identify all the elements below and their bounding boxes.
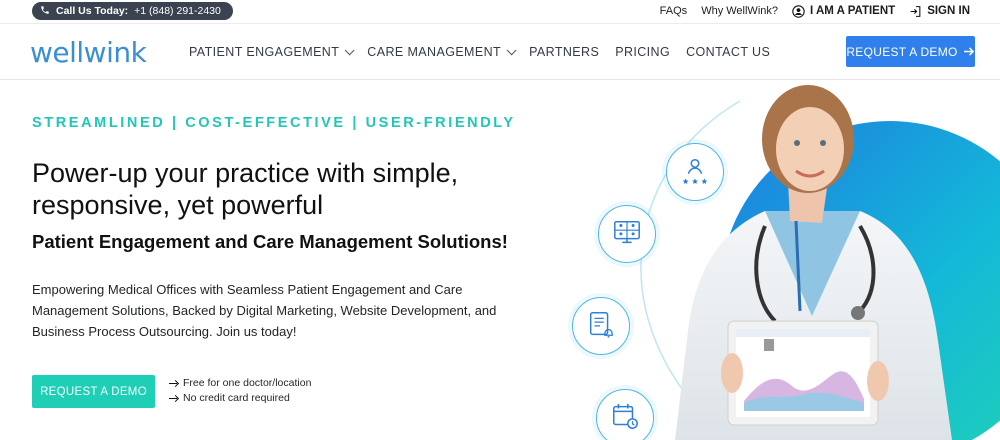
wellwink-logo[interactable]: wellwink [30,37,147,69]
call-number[interactable]: +1 (848) 291-2430 [134,5,221,17]
patient-link-label: I AM A PATIENT [810,5,896,17]
nav-item-label: PATIENT ENGAGEMENT [189,45,340,59]
nav-item-care-management[interactable]: CARE MANAGEMENT [367,44,517,59]
hero-illustration [560,81,1000,440]
why-wellwink-link[interactable]: Why WellWink? [701,5,778,17]
video-consult-node [598,205,656,263]
checklist-node [572,297,630,355]
call-us-pill[interactable]: Call Us Today: +1 (848) 291-2430 [32,2,233,20]
faqs-link[interactable]: FAQs [660,5,688,17]
patient-link[interactable]: I AM A PATIENT [792,4,896,18]
video-grid-icon [612,217,642,252]
utility-bar: Call Us Today: +1 (848) 291-2430 FAQs Wh… [0,0,1000,24]
ratings-node [666,143,724,201]
nav-item-patient-engagement[interactable]: PATIENT ENGAGEMENT [189,44,355,59]
hero-request-demo-button[interactable]: REQUEST A DEMO [32,375,155,408]
perk-text: Free for one doctor/location [183,377,312,389]
chevron-down-icon [506,44,517,55]
hero-subheadline: Patient Engagement and Care Management S… [32,231,508,252]
nav-item-pricing[interactable]: PRICING [615,45,670,59]
arrow-right-icon [963,45,975,59]
arrow-right-icon [169,381,179,387]
call-label: Call Us Today: [56,5,129,17]
nav-item-label: CARE MANAGEMENT [367,45,502,59]
nav-item-partners[interactable]: PARTNERS [529,45,599,59]
ratings-icon [680,155,710,190]
hero-tagline: STREAMLINED | COST-EFFECTIVE | USER-FRIE… [32,115,516,131]
sign-in-link[interactable]: SIGN IN [909,5,970,18]
scheduling-node [596,389,654,440]
phone-icon [40,5,50,18]
request-demo-label: REQUEST A DEMO [846,44,958,59]
nav-item-contact-us[interactable]: CONTACT US [686,45,770,59]
arrow-right-icon [169,396,179,402]
chevron-down-icon [344,44,355,55]
hero-headline: Power-up your practice with simple, resp… [32,158,459,220]
perk-item: Free for one doctor/location [169,376,311,391]
checklist-bell-icon [586,309,616,344]
request-demo-button[interactable]: REQUEST A DEMO [846,36,975,67]
main-nav: wellwink PATIENT ENGAGEMENT CARE MANAGEM… [0,24,1000,80]
user-circle-icon [792,4,805,18]
nav-menu: PATIENT ENGAGEMENT CARE MANAGEMENT PARTN… [189,24,770,80]
perk-text: No credit card required [183,392,290,404]
hero-description: Empowering Medical Offices with Seamless… [32,282,497,339]
perk-item: No credit card required [169,391,311,406]
sign-in-icon [909,5,922,18]
hero-perks: Free for one doctor/location No credit c… [169,376,311,406]
sign-in-label: SIGN IN [927,5,970,17]
calendar-clock-icon [610,401,640,436]
